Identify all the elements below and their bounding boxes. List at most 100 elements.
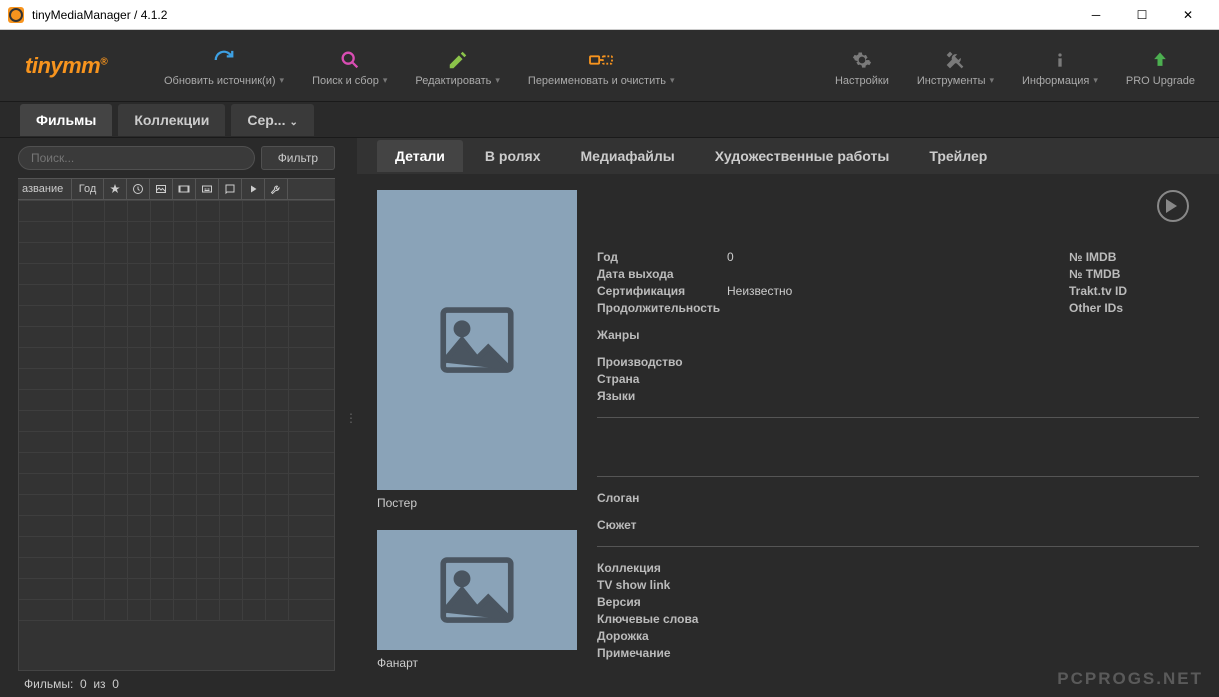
cert-value: Неизвестно (727, 284, 792, 298)
status-bar: Фильмы: 0 из 0 (18, 671, 335, 697)
detail-panel: Детали В ролях Медиафайлы Художественные… (357, 138, 1219, 697)
year-value: 0 (727, 250, 734, 264)
refresh-icon (213, 45, 235, 75)
table-row[interactable] (19, 537, 334, 558)
table-row[interactable] (19, 222, 334, 243)
runtime-label: Продолжительность (597, 301, 727, 315)
play-button[interactable] (1157, 190, 1189, 222)
set-label: Коллекция (597, 561, 727, 575)
splitter[interactable]: ⋮ (345, 138, 357, 697)
other-label: Other IDs (1069, 301, 1199, 315)
tagline-label: Слоган (597, 491, 727, 505)
search-scrape-button[interactable]: Поиск и сбор▾ (298, 30, 401, 101)
filter-button[interactable]: Фильтр (261, 146, 335, 170)
col-images[interactable] (150, 179, 173, 199)
col-year[interactable]: Год (72, 179, 104, 199)
table-row[interactable] (19, 516, 334, 537)
col-watched[interactable] (219, 179, 242, 199)
table-row[interactable] (19, 600, 334, 621)
update-sources-button[interactable]: Обновить источник(и)▾ (150, 30, 298, 101)
tab-details[interactable]: Детали (377, 140, 463, 172)
country-label: Страна (597, 372, 727, 386)
poster-label: Постер (377, 496, 577, 510)
table-row[interactable] (19, 579, 334, 600)
cert-label: Сертификация (597, 284, 727, 298)
col-trailer[interactable] (173, 179, 196, 199)
path-label: Дорожка (597, 629, 727, 643)
table-row[interactable] (19, 453, 334, 474)
tab-moviesets[interactable]: Коллекции (118, 104, 225, 136)
tools-button[interactable]: Инструменты▾ (903, 30, 1008, 101)
studio-label: Производство (597, 355, 727, 369)
logo: tinymm® (10, 53, 150, 79)
search-input[interactable] (18, 146, 255, 170)
tab-movies[interactable]: Фильмы (20, 104, 112, 136)
tmdb-label: № TMDB (1069, 267, 1199, 281)
tab-cast[interactable]: В ролях (467, 140, 559, 172)
tab-media[interactable]: Медиафайлы (563, 140, 693, 172)
rename-icon (588, 45, 614, 75)
lang-label: Языки (597, 389, 727, 403)
tab-trailer[interactable]: Трейлер (911, 140, 1005, 172)
fanart-label: Фанарт (377, 656, 577, 670)
close-button[interactable]: ✕ (1165, 0, 1211, 30)
edit-icon (447, 45, 469, 75)
minimize-button[interactable]: ─ (1073, 0, 1119, 30)
settings-button[interactable]: Настройки (821, 30, 903, 101)
table-row[interactable] (19, 474, 334, 495)
upgrade-button[interactable]: PRO Upgrade (1112, 30, 1209, 101)
watermark: PCPROGS.NET (1057, 669, 1203, 689)
upgrade-icon (1150, 45, 1170, 75)
movie-table[interactable]: document.write(Array.from({length:20}).m… (18, 200, 335, 671)
info-button[interactable]: Информация▾ (1008, 30, 1112, 101)
imdb-label: № IMDB (1069, 250, 1199, 264)
genres-label: Жанры (597, 328, 727, 342)
col-nfo[interactable] (127, 179, 150, 199)
table-row[interactable] (19, 243, 334, 264)
release-label: Дата выхода (597, 267, 727, 281)
table-row[interactable] (19, 264, 334, 285)
search-icon (339, 45, 361, 75)
gear-icon (852, 45, 872, 75)
table-row[interactable] (19, 495, 334, 516)
rename-clean-button[interactable]: Переименовать и очистить▾ (514, 30, 689, 101)
app-icon (8, 7, 24, 23)
col-rating[interactable] (104, 179, 127, 199)
table-row[interactable] (19, 411, 334, 432)
movie-list-panel: Фильтр азвание Год document.write(Array.… (0, 138, 345, 697)
year-label: Год (597, 250, 727, 264)
table-row[interactable] (19, 348, 334, 369)
note-label: Примечание (597, 646, 727, 660)
col-subs[interactable] (196, 179, 219, 199)
module-tabs: Фильмы Коллекции Сер...⌄ (0, 102, 1219, 138)
table-row[interactable] (19, 285, 334, 306)
info-icon (1050, 45, 1070, 75)
table-row[interactable] (19, 369, 334, 390)
trakt-label: Trakt.tv ID (1069, 284, 1199, 298)
col-title[interactable]: азвание (18, 179, 72, 199)
edition-label: Версия (597, 595, 727, 609)
table-row[interactable] (19, 201, 334, 222)
table-row[interactable] (19, 558, 334, 579)
plot-label: Сюжет (597, 518, 727, 532)
edit-button[interactable]: Редактировать▾ (401, 30, 514, 101)
col-edit[interactable] (265, 179, 288, 199)
detail-tabs: Детали В ролях Медиафайлы Художественные… (357, 138, 1219, 174)
maximize-button[interactable]: ☐ (1119, 0, 1165, 30)
tools-icon (945, 45, 965, 75)
col-video[interactable] (242, 179, 265, 199)
table-row[interactable] (19, 306, 334, 327)
titlebar: tinyMediaManager / 4.1.2 ─ ☐ ✕ (0, 0, 1219, 30)
tab-artwork[interactable]: Художественные работы (697, 140, 908, 172)
fanart-thumbnail[interactable] (377, 530, 577, 650)
table-row[interactable] (19, 390, 334, 411)
tab-series[interactable]: Сер...⌄ (231, 104, 314, 136)
poster-thumbnail[interactable] (377, 190, 577, 490)
showlink-label: TV show link (597, 578, 727, 592)
tags-label: Ключевые слова (597, 612, 727, 626)
window-title: tinyMediaManager / 4.1.2 (32, 8, 1073, 22)
table-row[interactable] (19, 432, 334, 453)
table-row[interactable] (19, 327, 334, 348)
main-toolbar: tinymm® Обновить источник(и)▾ Поиск и сб… (0, 30, 1219, 102)
table-header: азвание Год (18, 178, 335, 200)
